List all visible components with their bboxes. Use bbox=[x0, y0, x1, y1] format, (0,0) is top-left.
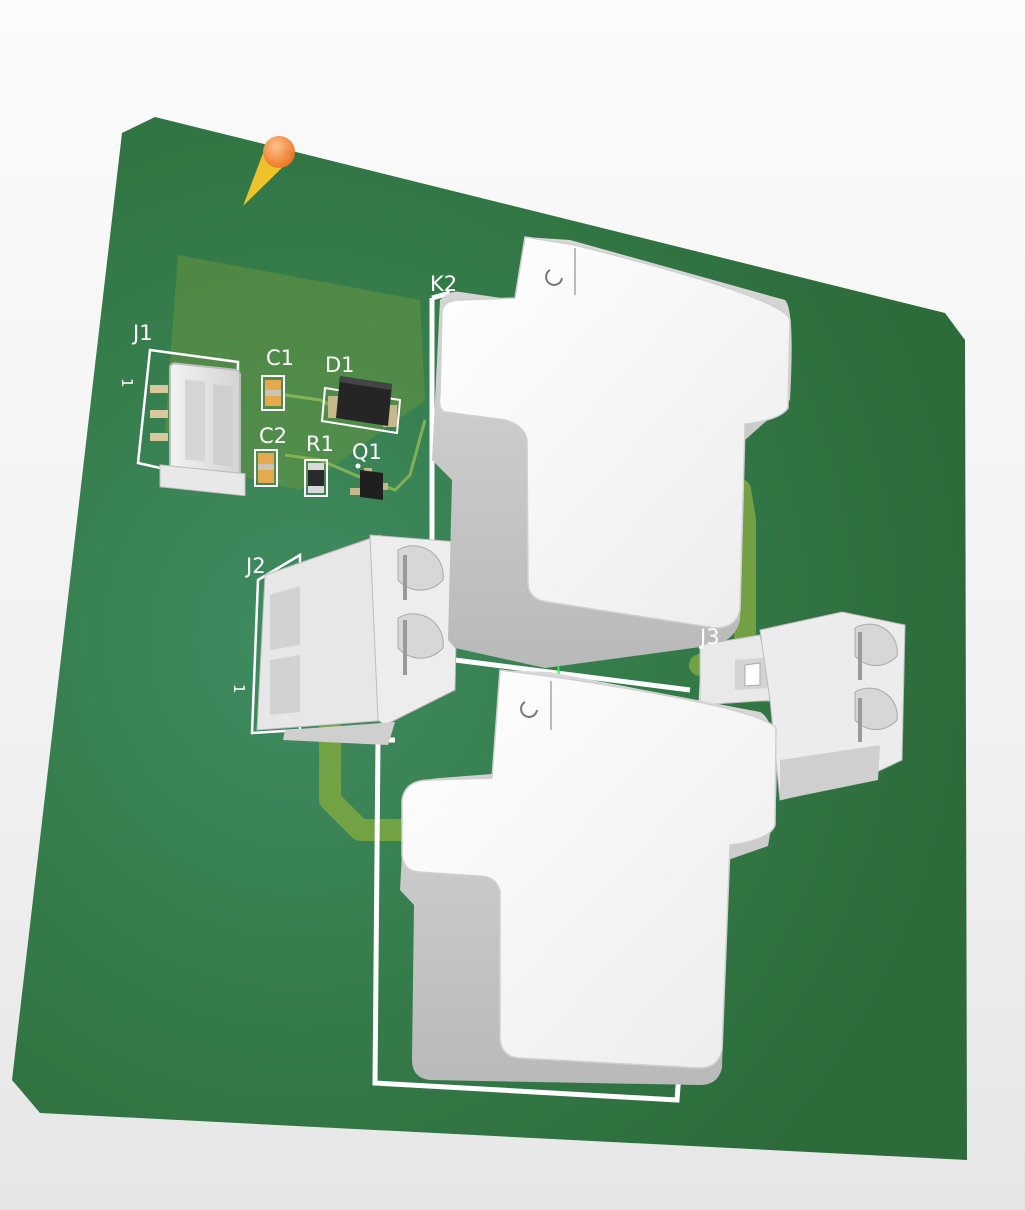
pcb-3d-scene: K2 J1 C1 D1 C2 R1 Q1 J2 J3 1 1 bbox=[12, 117, 967, 1160]
q1-designator: Q1 bbox=[352, 440, 382, 464]
j2-pin1-marker: 1 bbox=[230, 684, 248, 694]
r1-resistor[interactable] bbox=[304, 459, 328, 497]
c1-designator: C1 bbox=[266, 346, 294, 370]
j1-designator: J1 bbox=[131, 321, 153, 345]
c2-capacitor[interactable] bbox=[254, 449, 278, 487]
k2-relay[interactable] bbox=[432, 236, 792, 668]
j2-designator: J2 bbox=[244, 554, 266, 578]
pcb-3d-viewport[interactable]: K2 J1 C1 D1 C2 R1 Q1 J2 J3 1 1 bbox=[0, 0, 1025, 1210]
j1-pin1-marker: 1 bbox=[118, 378, 136, 388]
r1-designator: R1 bbox=[306, 432, 334, 456]
c2-designator: C2 bbox=[259, 424, 287, 448]
j3-designator: J3 bbox=[698, 625, 720, 649]
k2-designator: K2 bbox=[430, 272, 457, 296]
c1-capacitor[interactable] bbox=[261, 375, 285, 411]
d1-designator: D1 bbox=[325, 353, 355, 377]
